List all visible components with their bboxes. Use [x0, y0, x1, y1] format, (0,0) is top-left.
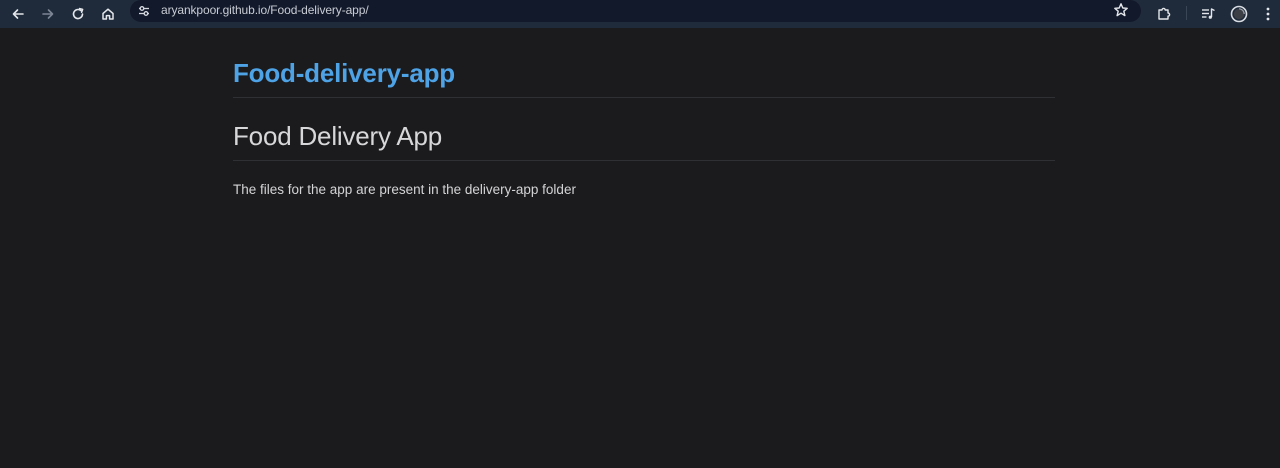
- bookmark-button[interactable]: [1113, 2, 1129, 23]
- site-title-link[interactable]: Food-delivery-app: [233, 58, 455, 89]
- home-button[interactable]: [93, 3, 123, 25]
- media-queue-icon: [1202, 8, 1215, 19]
- url-text[interactable]: aryankpoor.github.io/Food-delivery-app/: [161, 3, 369, 17]
- header-divider: [233, 97, 1055, 98]
- reload-button[interactable]: [63, 3, 93, 25]
- back-arrow-icon: [12, 9, 24, 19]
- media-button[interactable]: [1193, 3, 1223, 25]
- forward-button[interactable]: [33, 3, 63, 25]
- star-icon: [1114, 3, 1128, 17]
- kebab-menu-icon: [1266, 7, 1270, 21]
- browser-toolbar: aryankpoor.github.io/Food-delivery-app/: [0, 0, 1280, 28]
- address-bar[interactable]: aryankpoor.github.io/Food-delivery-app/: [130, 0, 1141, 22]
- profile-icon: [1230, 5, 1248, 23]
- page-heading: Food Delivery App: [233, 121, 443, 151]
- page-viewport: Food-delivery-app Food Delivery App The …: [0, 28, 1280, 468]
- profile-button[interactable]: [1224, 3, 1254, 25]
- menu-button[interactable]: [1253, 3, 1280, 25]
- forward-arrow-icon: [42, 9, 54, 19]
- extensions-button[interactable]: [1149, 3, 1179, 25]
- site-info-button[interactable]: [136, 3, 152, 19]
- reload-icon: [72, 7, 84, 20]
- home-icon: [102, 8, 114, 20]
- toolbar-divider: [1186, 6, 1187, 20]
- site-info-icon: [139, 6, 149, 16]
- heading-divider: [233, 160, 1055, 161]
- description-paragraph: The files for the app are present in the…: [233, 182, 576, 197]
- back-button[interactable]: [3, 3, 33, 25]
- puzzle-icon: [1158, 7, 1171, 20]
